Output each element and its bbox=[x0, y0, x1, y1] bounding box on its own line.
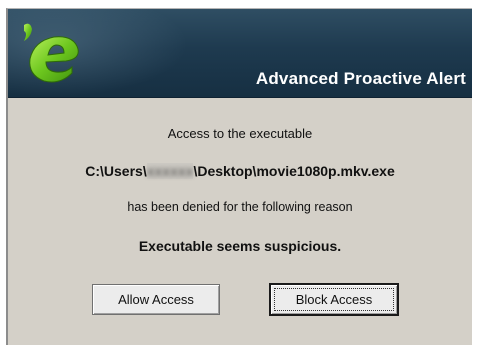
path-suffix: \Desktop\movie1080p.mkv.exe bbox=[193, 163, 395, 179]
dialog-header: Advanced Proactive Alert bbox=[8, 9, 472, 98]
allow-access-button[interactable]: Allow Access bbox=[92, 284, 220, 315]
dialog-content: Access to the executable C:\Users\xxxxxx… bbox=[8, 98, 472, 345]
block-access-button[interactable]: Block Access bbox=[269, 283, 399, 316]
block-access-label: Block Access bbox=[295, 292, 373, 307]
redacted-username: xxxxxx bbox=[146, 163, 194, 179]
emsisoft-e-logo-icon bbox=[24, 23, 79, 83]
allow-access-label: Allow Access bbox=[118, 292, 194, 307]
access-message: Access to the executable bbox=[167, 126, 313, 141]
dialog-title: Advanced Proactive Alert bbox=[255, 69, 466, 88]
denial-reason: Executable seems suspicious. bbox=[138, 238, 342, 254]
alert-dialog: Advanced Proactive Alert Access to the e… bbox=[6, 8, 472, 345]
executable-path: C:\Users\xxxxxx\Desktop\movie1080p.mkv.e… bbox=[8, 163, 472, 179]
path-prefix: C:\Users\ bbox=[85, 163, 147, 179]
denied-message: has been denied for the following reason bbox=[127, 200, 353, 214]
